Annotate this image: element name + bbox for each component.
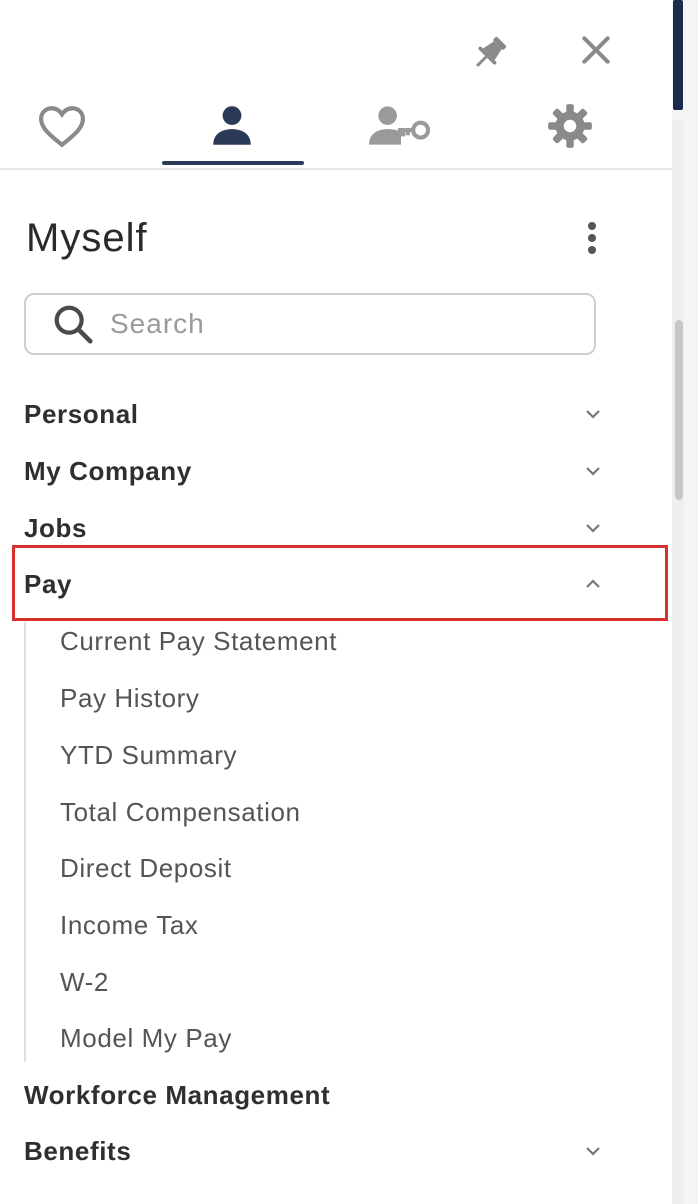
chevron-down-icon	[576, 443, 610, 499]
pay-item[interactable]: Income Tax	[44, 897, 604, 953]
chevron-down-icon	[576, 1123, 610, 1179]
section-personal[interactable]: Personal	[0, 386, 640, 442]
pay-item[interactable]: W-2	[44, 954, 604, 1010]
more-options-icon[interactable]	[572, 214, 612, 262]
search-input[interactable]	[108, 298, 594, 350]
pay-item[interactable]: Current Pay Statement	[44, 613, 604, 669]
gear-icon	[545, 101, 595, 156]
section-label: Jobs	[24, 512, 88, 543]
pay-item[interactable]: Pay History	[44, 670, 604, 726]
tab-myself[interactable]	[188, 98, 276, 158]
pay-item-label: Model My Pay	[60, 1022, 232, 1053]
section-label: Workforce Management	[24, 1079, 331, 1110]
tab-settings[interactable]	[526, 98, 614, 158]
section-my-company[interactable]: My Company	[0, 443, 640, 499]
page-title: Myself	[26, 216, 148, 260]
pay-item-label: Pay History	[60, 682, 200, 713]
edge-accent-bar	[673, 0, 683, 110]
section-pay[interactable]: Pay	[0, 556, 640, 612]
myself-panel: Myself Personal My Company Jobs	[0, 0, 672, 1204]
pay-item[interactable]: Direct Deposit	[44, 840, 604, 896]
scrollbar-track[interactable]	[672, 120, 684, 1204]
subgroup-guide-line	[24, 622, 26, 1062]
pin-icon[interactable]	[462, 28, 518, 78]
person-key-icon	[367, 103, 433, 154]
pay-item-label: Income Tax	[60, 909, 199, 940]
pay-item[interactable]: Model My Pay	[44, 1010, 604, 1066]
close-icon[interactable]	[570, 24, 622, 76]
pay-item-label: YTD Summary	[60, 739, 238, 770]
section-benefits[interactable]: Benefits	[0, 1123, 640, 1179]
pay-item-label: Current Pay Statement	[60, 625, 338, 656]
tab-favorites[interactable]	[18, 98, 106, 158]
heart-icon	[35, 103, 89, 154]
scrollbar-thumb[interactable]	[675, 320, 683, 500]
active-tab-indicator	[162, 161, 304, 165]
chevron-down-icon	[576, 386, 610, 442]
section-label: Pay	[24, 568, 73, 599]
search-box	[24, 293, 596, 355]
tab-people[interactable]	[356, 98, 444, 158]
pay-item[interactable]: YTD Summary	[44, 727, 604, 783]
chevron-up-icon	[576, 556, 610, 612]
pay-item-label: Direct Deposit	[60, 852, 232, 883]
section-label: Personal	[24, 398, 139, 429]
header-divider	[0, 168, 672, 170]
search-icon	[38, 295, 108, 353]
person-icon	[207, 103, 257, 154]
section-label: My Company	[24, 455, 192, 486]
section-label: Benefits	[24, 1135, 132, 1166]
pay-item[interactable]: Total Compensation	[44, 784, 604, 840]
pay-item-label: Total Compensation	[60, 796, 301, 827]
section-workforce-management[interactable]: Workforce Management	[0, 1067, 640, 1123]
pay-item-label: W-2	[60, 966, 109, 997]
